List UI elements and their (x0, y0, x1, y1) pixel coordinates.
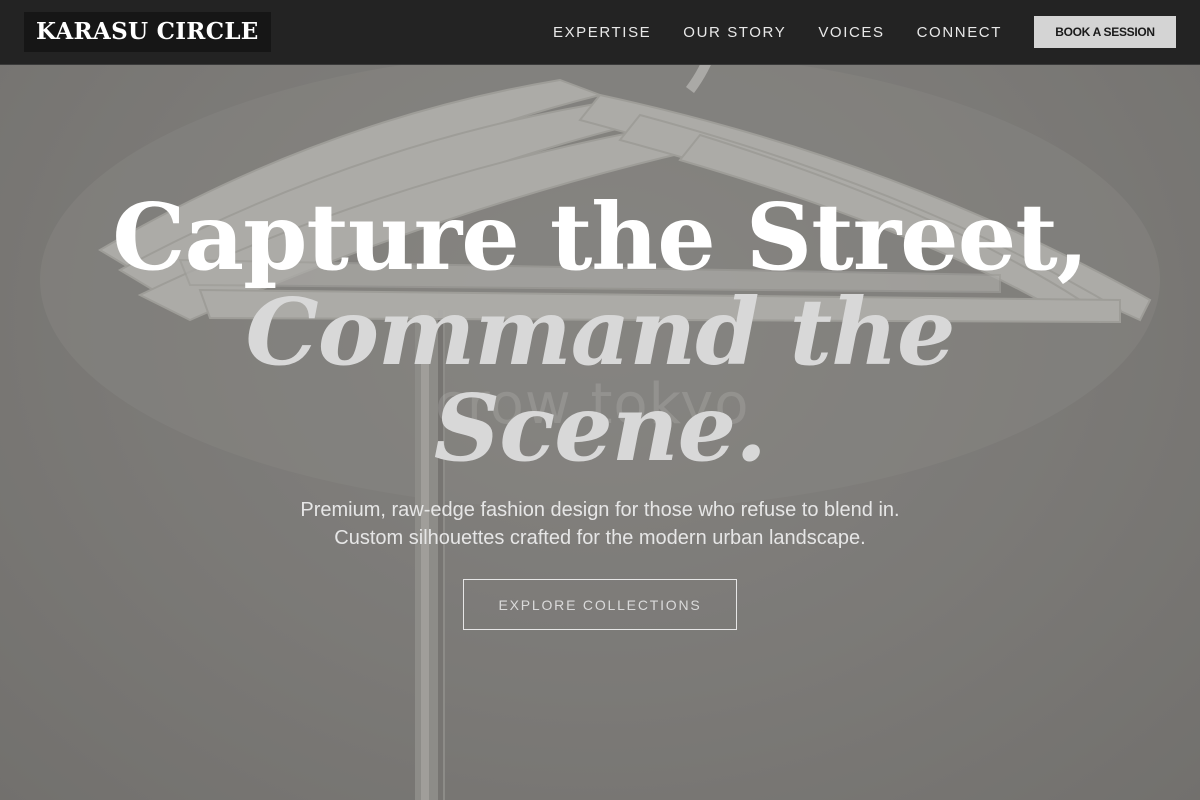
hero-headline-line2: Command the (245, 278, 955, 386)
nav-link-expertise[interactable]: EXPERTISE (553, 24, 651, 41)
primary-nav: EXPERTISE OUR STORY VOICES CONNECT (521, 0, 1002, 64)
hero-subtitle-line1: Premium, raw-edge fashion design for tho… (300, 499, 900, 521)
nav-link-connect[interactable]: CONNECT (917, 24, 1002, 41)
hero-subtitle-line2: Custom silhouettes crafted for the moder… (334, 527, 866, 549)
explore-collections-button[interactable]: EXPLORE COLLECTIONS (463, 579, 737, 630)
hero-headline-line3: Scene. (433, 374, 767, 482)
nav-link-our-story[interactable]: OUR STORY (683, 24, 786, 41)
hero-headline-line1: Capture the Street, (112, 183, 1089, 291)
nav-link-voices[interactable]: VOICES (818, 24, 884, 41)
top-navigation-bar: KARASU CIRCLE EXPERTISE OUR STORY VOICES… (0, 0, 1200, 65)
brand-logo[interactable]: KARASU CIRCLE (24, 12, 271, 52)
book-session-button[interactable]: BOOK A SESSION (1034, 16, 1176, 48)
